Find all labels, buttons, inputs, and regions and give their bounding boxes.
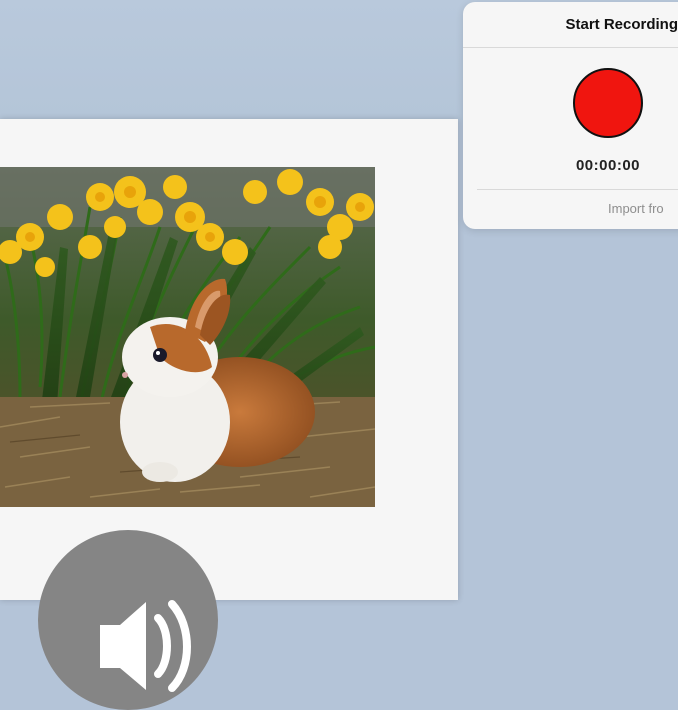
recording-timer: 00:00:00 (575, 157, 641, 174)
divider (463, 47, 678, 48)
speaker-icon (100, 600, 191, 692)
divider (477, 189, 678, 190)
record-button[interactable] (573, 68, 643, 138)
play-audio-button[interactable] (38, 530, 218, 710)
document-page (0, 119, 458, 710)
import-button[interactable]: Import fro (608, 201, 664, 216)
popover-title: Start Recording (565, 16, 678, 33)
recording-popover: Start Recording 00:00:00 Import fro (463, 2, 678, 229)
rabbit-photo[interactable] (0, 167, 375, 507)
